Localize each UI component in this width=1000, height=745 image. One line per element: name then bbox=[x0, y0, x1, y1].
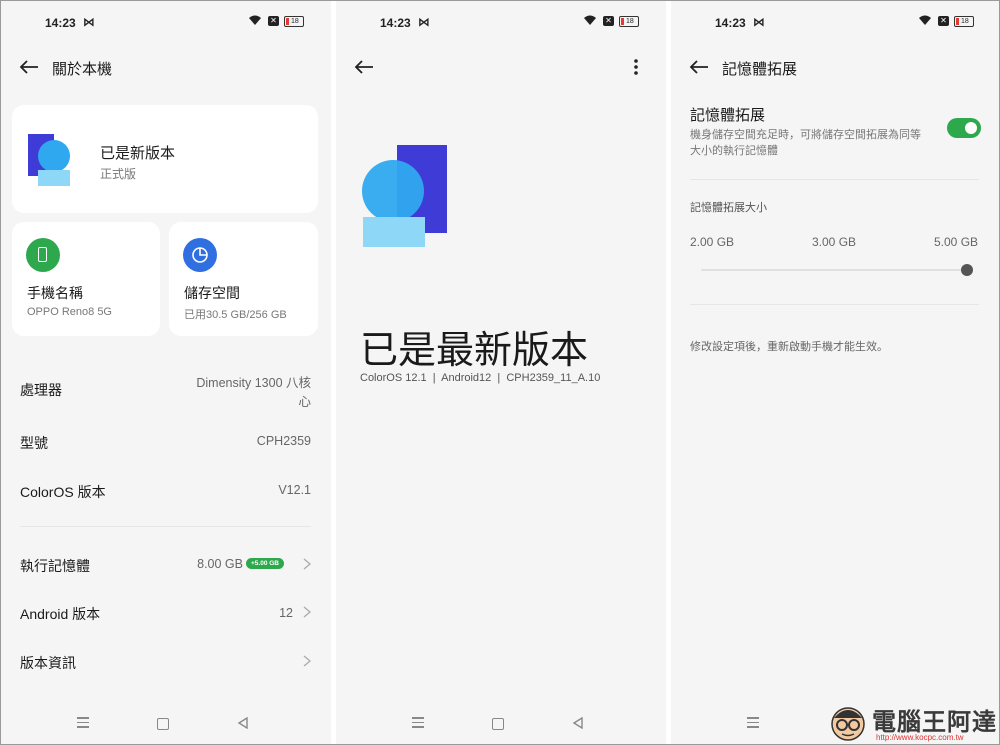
slider-track bbox=[701, 269, 969, 271]
row-label: Android 版本 bbox=[20, 606, 101, 622]
coloros-logo-icon bbox=[362, 145, 447, 247]
toggle-title: 記憶體拓展 bbox=[690, 107, 766, 124]
status-time: 14:23 bbox=[715, 16, 746, 30]
notification-x-icon: ✕ bbox=[603, 16, 614, 26]
menu-nav-icon[interactable] bbox=[77, 717, 89, 731]
watermark: 電腦王阿達 http://www.kocpc.com.tw bbox=[826, 700, 998, 743]
row-value: Dimensity 1300 八核 bbox=[196, 376, 311, 390]
status-bar: 14:23 ⋈ ✕ 18 bbox=[671, 1, 999, 41]
storage-value: 已用30.5 GB/256 GB bbox=[184, 309, 287, 321]
option-label: 2.00 GB bbox=[690, 235, 735, 249]
navigation-bar bbox=[1, 704, 331, 744]
status-time: 14:23 bbox=[45, 16, 76, 30]
m-logo-icon: ⋈ bbox=[753, 15, 765, 29]
wifi-icon bbox=[584, 15, 596, 25]
version-card[interactable]: 已是新版本 正式版 bbox=[12, 105, 318, 213]
notification-x-icon: ✕ bbox=[268, 16, 279, 26]
row-value: 心 bbox=[298, 395, 311, 409]
navigation-bar bbox=[336, 704, 666, 744]
storage-card[interactable]: 儲存空間 已用30.5 GB/256 GB bbox=[169, 222, 318, 336]
chevron-right-icon bbox=[303, 655, 311, 667]
back-nav-icon[interactable] bbox=[237, 717, 249, 729]
pie-chart-icon bbox=[183, 238, 217, 272]
back-nav-icon[interactable] bbox=[572, 717, 584, 729]
watermark-url: http://www.kocpc.com.tw bbox=[876, 733, 964, 742]
restart-note: 修改設定項後，重新啟動手機才能生效。 bbox=[690, 341, 888, 353]
divider bbox=[690, 179, 979, 180]
toggle-description: 機身儲存空間充足時，可將儲存空間拓展為同等 bbox=[690, 129, 921, 141]
update-headline: 已是最新版本 bbox=[360, 328, 589, 372]
divider bbox=[690, 304, 979, 305]
home-nav-icon[interactable] bbox=[157, 718, 169, 730]
phone-name-label: 手機名稱 bbox=[27, 285, 83, 301]
size-slider[interactable] bbox=[701, 263, 973, 277]
row-label: 執行記憶體 bbox=[20, 558, 90, 574]
about-phone-screen: 14:23 ⋈ ✕ 18 關於本機 已是新版本 正式版 手機名稱 OPPO Re… bbox=[1, 1, 331, 744]
home-nav-icon[interactable] bbox=[492, 718, 504, 730]
wifi-icon bbox=[919, 15, 931, 25]
chevron-right-icon bbox=[303, 558, 311, 570]
chevron-right-icon bbox=[303, 606, 311, 618]
arrow-left-icon[interactable] bbox=[688, 59, 710, 75]
row-value: CPH2359 bbox=[256, 434, 311, 448]
ram-extension-badge: +5.00 GB bbox=[246, 558, 285, 569]
row-value: 8.00 GB bbox=[197, 557, 243, 571]
status-time: 14:23 bbox=[380, 16, 411, 30]
option-label: 3.00 GB bbox=[812, 235, 857, 249]
row-value: V12.1 bbox=[278, 483, 311, 497]
status-bar: 14:23 ⋈ ✕ 18 bbox=[336, 1, 666, 41]
memory-extension-toggle[interactable] bbox=[947, 118, 981, 138]
battery-icon: 18 bbox=[284, 16, 304, 27]
slider-thumb[interactable] bbox=[961, 264, 973, 276]
arrow-left-icon[interactable] bbox=[353, 59, 375, 75]
storage-label: 儲存空間 bbox=[184, 285, 240, 301]
battery-icon: 18 bbox=[954, 16, 974, 27]
status-bar: 14:23 ⋈ ✕ 18 bbox=[1, 1, 331, 41]
phone-name-value: OPPO Reno8 5G bbox=[27, 306, 112, 318]
option-label: 5.00 GB bbox=[934, 235, 979, 249]
memory-extension-screen: 14:23 ⋈ ✕ 18 記憶體拓展 記憶體拓展 機身儲存空間充足時，可將儲存空… bbox=[671, 1, 999, 744]
row-label: 版本資訊 bbox=[20, 655, 76, 671]
phone-icon bbox=[26, 238, 60, 272]
m-logo-icon: ⋈ bbox=[83, 15, 95, 29]
row-value: 12 bbox=[279, 606, 293, 620]
m-logo-icon: ⋈ bbox=[418, 15, 430, 29]
watermark-text: 電腦王阿達 bbox=[872, 709, 997, 736]
update-screen: 14:23 ⋈ ✕ 18 已是最新版本 ColorOS 12.1 | Andro… bbox=[336, 1, 666, 744]
more-vert-icon[interactable] bbox=[633, 58, 639, 76]
version-line: ColorOS 12.1 | Android12 | CPH2359_11_A.… bbox=[360, 372, 601, 384]
arrow-left-icon[interactable] bbox=[18, 59, 40, 75]
page-title: 記憶體拓展 bbox=[722, 61, 798, 78]
wifi-icon bbox=[249, 15, 261, 25]
version-subtitle: 正式版 bbox=[100, 167, 137, 181]
battery-level: 18 bbox=[961, 18, 969, 25]
coloros-logo-icon bbox=[28, 134, 70, 186]
size-heading: 記憶體拓展大小 bbox=[690, 202, 767, 214]
toggle-description: 大小的執行記憶體 bbox=[690, 145, 778, 157]
battery-level: 18 bbox=[626, 18, 634, 25]
divider bbox=[20, 526, 311, 527]
row-label: 型號 bbox=[20, 435, 48, 451]
row-label: 處理器 bbox=[20, 382, 62, 398]
menu-nav-icon[interactable] bbox=[747, 717, 759, 731]
battery-level: 18 bbox=[291, 18, 299, 25]
battery-icon: 18 bbox=[619, 16, 639, 27]
notification-x-icon: ✕ bbox=[938, 16, 949, 26]
page-title: 關於本機 bbox=[52, 61, 113, 78]
phone-name-card[interactable]: 手機名稱 OPPO Reno8 5G bbox=[12, 222, 160, 336]
menu-nav-icon[interactable] bbox=[412, 717, 424, 731]
version-title: 已是新版本 bbox=[100, 145, 176, 162]
mascot-logo bbox=[831, 707, 865, 741]
row-label: ColorOS 版本 bbox=[20, 484, 106, 500]
